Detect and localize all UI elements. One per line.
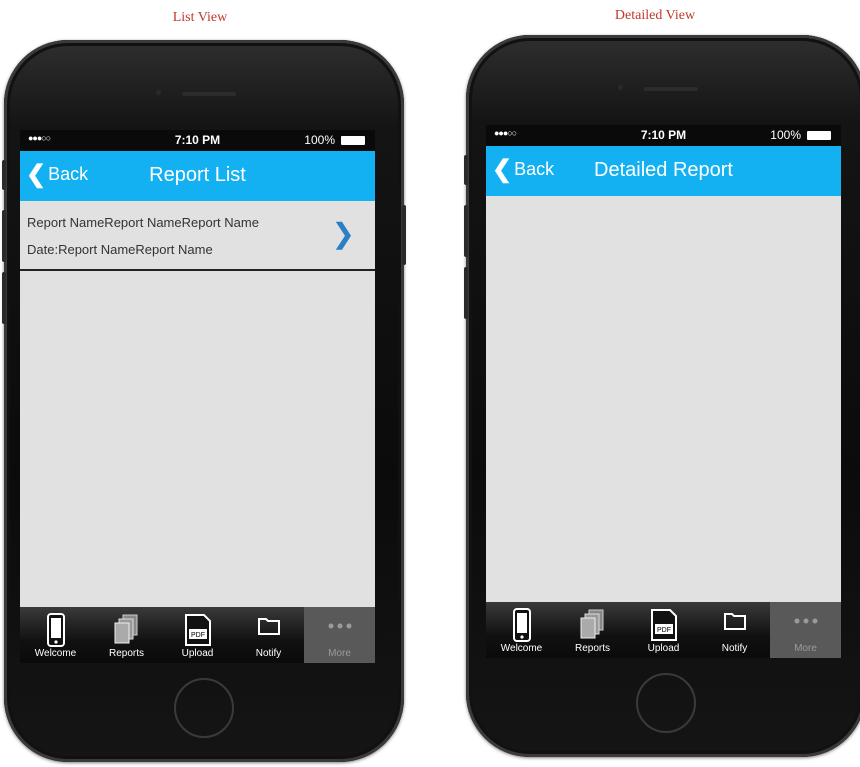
home-button[interactable] [636, 673, 696, 733]
pdf-icon: PDF [650, 609, 677, 641]
navigation-bar: ❮ Back Detailed Report [486, 146, 841, 196]
tab-reports[interactable]: Reports [91, 607, 162, 663]
tab-label: Reports [108, 648, 144, 659]
caption-detailed-view: Detailed View [614, 8, 696, 23]
battery-percent: 100% [770, 128, 801, 142]
more-icon [328, 623, 351, 629]
more-icon [794, 618, 817, 624]
volume-button [464, 155, 468, 185]
battery-percent: 100% [304, 133, 335, 147]
tab-welcome[interactable]: Welcome [486, 602, 557, 658]
pdf-icon: PDF [184, 614, 211, 646]
report-name: Report NameReport NameReport Name [27, 215, 259, 230]
volume-button [2, 272, 6, 324]
volume-button [2, 210, 6, 262]
tab-notify[interactable]: Notify [699, 602, 770, 658]
tab-label: Upload [647, 643, 680, 654]
tab-label: Reports [574, 643, 610, 654]
speaker [182, 92, 236, 96]
screen: ●●●○○ 7:10 PM 100% ❮ Back Detailed Repor… [486, 125, 841, 658]
tab-bar: Welcome Reports PDF Upload Notify More [20, 607, 375, 663]
phone-icon [512, 608, 531, 642]
tab-label: More [794, 643, 817, 654]
tab-label: Notify [721, 643, 748, 654]
home-button[interactable] [174, 678, 234, 738]
status-bar: ●●●○○ 7:10 PM 100% [20, 130, 375, 151]
tab-bar: Welcome Reports PDF Upload Notify More [486, 602, 841, 658]
power-button [402, 205, 406, 265]
camera [618, 85, 623, 90]
tab-notify[interactable]: Notify [233, 607, 304, 663]
caption-list-view: List View [172, 10, 228, 25]
tab-reports[interactable]: Reports [557, 602, 628, 658]
tab-welcome[interactable]: Welcome [20, 607, 91, 663]
phone-list-view: ●●●○○ 7:10 PM 100% ❮ Back Report List Re… [2, 40, 406, 762]
page-title: Detailed Report [594, 159, 733, 181]
svg-text:PDF: PDF [657, 627, 671, 634]
report-date: Date:Report NameReport Name [27, 242, 213, 257]
volume-button [464, 205, 468, 257]
status-bar: ●●●○○ 7:10 PM 100% [486, 125, 841, 146]
camera [156, 90, 161, 95]
tab-upload[interactable]: PDF Upload [162, 607, 233, 663]
page-title: Report List [149, 164, 246, 186]
reports-icon [114, 614, 137, 644]
tab-more[interactable]: More [304, 607, 375, 663]
folder-icon [723, 613, 746, 630]
reports-icon [580, 609, 603, 639]
navigation-bar: ❮ Back Report List [20, 151, 375, 201]
speaker [644, 87, 698, 91]
tab-label: Notify [255, 648, 282, 659]
list-item[interactable]: Report NameReport NameReport Name Date:R… [20, 201, 375, 271]
volume-button [2, 160, 6, 190]
tab-label: Welcome [500, 643, 543, 654]
screen: ●●●○○ 7:10 PM 100% ❮ Back Report List Re… [20, 130, 375, 663]
battery-icon [807, 131, 831, 140]
volume-button [464, 267, 468, 319]
tab-more[interactable]: More [770, 602, 841, 658]
tab-label: Upload [181, 648, 214, 659]
phone-detailed-view: ●●●○○ 7:10 PM 100% ❮ Back Detailed Repor… [464, 35, 860, 757]
folder-icon [257, 618, 280, 635]
tab-label: More [328, 648, 351, 659]
chevron-right-icon: ❯ [331, 218, 355, 249]
tab-upload[interactable]: PDF Upload [628, 602, 699, 658]
svg-text:PDF: PDF [191, 632, 205, 639]
tab-label: Welcome [34, 648, 77, 659]
battery-icon [341, 136, 365, 145]
phone-icon [46, 613, 65, 647]
